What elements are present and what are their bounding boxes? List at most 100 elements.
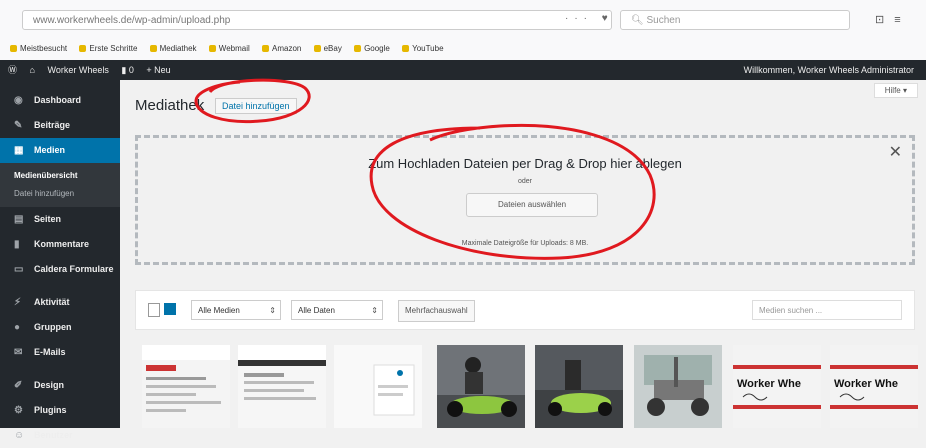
media-toolbar: Alle Medien ⇕ Alle Daten ⇕ Mehrfachauswahl… (135, 290, 915, 330)
browser-search-placeholder: Suchen (646, 15, 681, 26)
add-new-media-button[interactable]: Datei hinzufügen (215, 98, 297, 114)
plugin-icon: ⚙ (14, 405, 23, 416)
sidebar-item-pages[interactable]: ▤ Seiten (0, 207, 120, 232)
sidebar-item-users[interactable]: ☺ Benutzer (0, 423, 120, 448)
home-icon[interactable]: ⌂ (30, 65, 35, 75)
user-icon: ☺ (14, 430, 25, 441)
main-content: Hilfe ▾ Mediathek Datei hinzufügen ✕ Zum… (120, 80, 926, 428)
screenshot-thumbnail-image (334, 345, 422, 428)
media-thumbnail[interactable] (142, 345, 230, 428)
dropzone-or: oder (517, 178, 532, 185)
bulk-select-button[interactable]: Mehrfachauswahl (398, 300, 475, 322)
sidebar-item-label: Kommentare (34, 239, 90, 249)
sidebar-item-plugins[interactable]: ⚙ Plugins (0, 398, 120, 423)
media-icon: ▦ (14, 145, 24, 156)
activity-icon: ⚡︎ (14, 297, 22, 308)
svg-text:Worker Whe: Worker Whe (834, 378, 898, 390)
sidebar-item-label: Medien (34, 145, 66, 155)
page-icon: ▤ (14, 214, 24, 225)
bookmark-item[interactable]: eBay (313, 44, 342, 53)
url-bar[interactable]: www.workerwheels.de/wp-admin/upload.php (22, 10, 612, 30)
sidebar-item-label: Plugins (34, 405, 67, 415)
date-filter[interactable]: Alle Daten ⇕ (291, 300, 383, 320)
select-files-button[interactable]: Dateien auswählen (466, 193, 598, 217)
bookmark-item[interactable]: YouTube (402, 44, 444, 53)
sidebar-item-design[interactable]: ✐ Design (0, 373, 120, 398)
grid-view-icon[interactable] (164, 303, 176, 315)
sidebar-item-groups[interactable]: ● Gruppen (0, 315, 120, 340)
bookmark-item[interactable]: Mediathek (149, 44, 197, 53)
admin-sidebar: ◉ Dashboard ✎ Beiträge ▦ Medien Medienübers… (0, 80, 120, 441)
scooter-photo-image (535, 345, 623, 428)
media-thumbnail[interactable]: Worker Whe (733, 345, 821, 428)
sidebar-item-comments[interactable]: ▮ Kommentare (0, 232, 120, 257)
sidebar-item-activity[interactable]: ⚡︎ Aktivität (0, 290, 120, 315)
media-type-filter[interactable]: Alle Medien ⇕ (191, 300, 281, 320)
bookmark-item[interactable]: Meistbesucht (10, 44, 67, 53)
sidebar-item-caldera-forms[interactable]: ▭ Caldera Formulare (0, 257, 120, 282)
chevron-down-icon: ⇕ (371, 306, 378, 315)
sidebar-item-label: Seiten (34, 214, 62, 224)
bookmark-item[interactable]: Erste Schritte (79, 44, 137, 53)
sidebar-item-media[interactable]: ▦ Medien (0, 138, 120, 163)
sidebar-item-label: Caldera Formulare (34, 264, 114, 274)
comment-icon: ▮ (14, 239, 20, 250)
upload-dropzone[interactable]: ✕ Zum Hochladen Dateien per Drag & Drop … (135, 135, 915, 265)
admin-bar-site-name[interactable]: Worker Wheels (47, 65, 108, 75)
svg-text:Worker Whe: Worker Whe (737, 378, 801, 390)
media-thumbnail[interactable] (634, 345, 722, 428)
bookmark-item[interactable]: Google (354, 44, 390, 53)
sidebar-item-posts[interactable]: ✎ Beiträge (0, 113, 120, 138)
browser-menu-icons[interactable]: ⊡≡ (875, 13, 911, 26)
bookmark-icon (10, 45, 17, 52)
bookmark-item[interactable]: Amazon (262, 44, 301, 53)
media-search-input[interactable]: Medien suchen ... (752, 300, 902, 320)
media-submenu: Medienübersicht Datei hinzufügen (0, 163, 120, 207)
sidebar-item-label: E-Mails (34, 347, 66, 357)
submenu-item-library[interactable]: Medienübersicht (0, 167, 120, 185)
sidebar-item-emails[interactable]: ✉ E-Mails (0, 340, 120, 365)
bookmark-icon (79, 45, 87, 52)
media-thumbnail[interactable] (334, 345, 422, 428)
email-icon: ✉ (14, 347, 23, 358)
brush-icon: ✐ (14, 380, 23, 391)
sidebar-item-label: Design (34, 380, 65, 390)
wp-admin-bar: Ⓦ ⌂ Worker Wheels ▮ 0 + Neu Willkommen, … (0, 60, 926, 80)
submenu-item-add-new[interactable]: Datei hinzufügen (0, 185, 120, 203)
bookmark-item[interactable]: Webmail (208, 44, 250, 53)
search-icon: 🔍︎ (631, 15, 647, 26)
max-upload-size: Maximale Dateigröße für Uploads: 8 MB. (461, 240, 589, 247)
help-button[interactable]: Hilfe ▾ (873, 83, 918, 98)
form-icon: ▭ (14, 264, 24, 275)
media-thumbnail[interactable] (535, 345, 623, 428)
admin-bar-new[interactable]: + Neu (146, 65, 170, 75)
scooter-photo-image (634, 345, 722, 428)
bookmark-icon (402, 45, 410, 52)
list-view-icon[interactable] (148, 303, 160, 317)
browser-toolbar: www.workerwheels.de/wp-admin/upload.php … (0, 0, 926, 39)
sidebar-item-dashboard[interactable]: ◉ Dashboard (0, 88, 120, 113)
wordpress-logo-icon[interactable]: Ⓦ (8, 65, 17, 75)
groups-icon: ● (14, 322, 21, 333)
sidebar-item-label: Dashboard (34, 95, 82, 105)
screenshot-thumbnail-image (238, 360, 326, 428)
media-thumbnail[interactable]: Worker Whe (830, 345, 918, 428)
worker-wheels-logo-image: Worker Whe (733, 365, 821, 409)
bookmark-icon (354, 45, 362, 52)
scooter-photo-image (437, 345, 525, 428)
bookmark-icon (149, 45, 157, 52)
admin-bar-welcome[interactable]: Willkommen, Worker Wheels Administrator (744, 65, 914, 75)
media-thumbnail[interactable] (238, 345, 326, 428)
comments-icon[interactable]: ▮ 0 (121, 65, 133, 75)
bookmark-icon (262, 45, 269, 52)
chevron-down-icon: ⇕ (269, 306, 276, 315)
bookmark-icon (208, 45, 216, 52)
media-thumbnail[interactable] (437, 345, 525, 428)
browser-search[interactable]: 🔍︎ Suchen (620, 10, 850, 30)
date-filter-value: Alle Daten (298, 306, 335, 315)
sidebar-item-label: Gruppen (34, 322, 72, 332)
worker-wheels-logo-image: Worker Whe (830, 365, 918, 409)
sidebar-item-label: Benutzer (34, 430, 73, 440)
bookmarks-bar: Meistbesucht Erste Schritte Mediathek We… (0, 38, 926, 61)
media-type-value: Alle Medien (198, 306, 240, 315)
